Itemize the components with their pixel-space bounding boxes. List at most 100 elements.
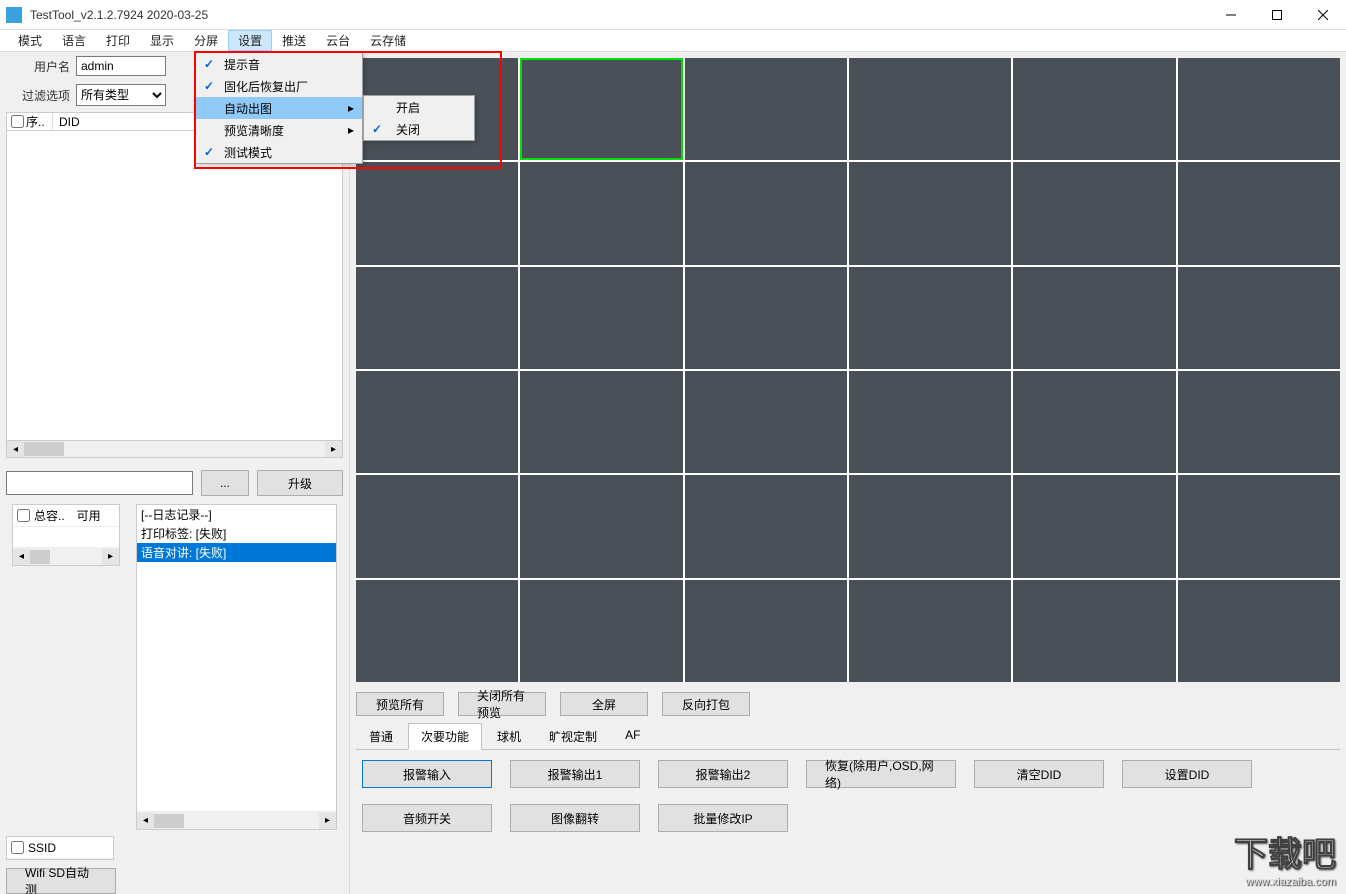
select-all-checkbox[interactable] (11, 115, 24, 128)
log-line-selected[interactable]: 语音对讲: [失败] (137, 543, 336, 562)
alarm-in-button[interactable]: 报警输入 (362, 760, 492, 788)
video-cell-active[interactable] (520, 58, 682, 160)
menu-cloud[interactable]: 云存储 (360, 30, 416, 51)
tab-general[interactable]: 普通 (356, 723, 406, 750)
video-cell[interactable] (1178, 580, 1340, 682)
chevron-right-icon: ▸ (348, 123, 354, 137)
video-cell[interactable] (356, 475, 518, 577)
menu-ptz[interactable]: 云台 (316, 30, 360, 51)
video-cell[interactable] (1013, 371, 1175, 473)
dropdown-factory[interactable]: ✓ 固化后恢复出厂 (196, 75, 362, 97)
dropdown-sound[interactable]: ✓ 提示音 (196, 53, 362, 75)
video-cell[interactable] (1178, 475, 1340, 577)
menu-display[interactable]: 显示 (140, 30, 184, 51)
video-cell[interactable] (356, 371, 518, 473)
dropdown-preview-res[interactable]: 预览清晰度 ▸ (196, 119, 362, 141)
submenu-off[interactable]: ✓ 关闭 (364, 118, 474, 140)
video-cell[interactable] (1178, 371, 1340, 473)
upgrade-button[interactable]: 升级 (257, 470, 343, 496)
scroll-left-icon[interactable]: ◂ (7, 441, 24, 457)
clear-did-button[interactable]: 清空DID (974, 760, 1104, 788)
video-cell[interactable] (849, 371, 1011, 473)
batch-ip-button[interactable]: 批量修改IP (658, 804, 788, 832)
close-all-preview-button[interactable]: 关闭所有预览 (458, 692, 546, 716)
scroll-right-icon[interactable]: ▸ (102, 549, 119, 565)
set-did-button[interactable]: 设置DID (1122, 760, 1252, 788)
log-line: 打印标签: [失败] (137, 524, 336, 543)
video-cell[interactable] (849, 267, 1011, 369)
minimize-button[interactable] (1208, 0, 1254, 30)
maximize-button[interactable] (1254, 0, 1300, 30)
video-cell[interactable] (1013, 162, 1175, 264)
video-cell[interactable] (520, 475, 682, 577)
check-icon: ✓ (204, 145, 214, 159)
video-cell[interactable] (520, 267, 682, 369)
video-cell[interactable] (685, 58, 847, 160)
video-cell[interactable] (520, 580, 682, 682)
menu-push[interactable]: 推送 (272, 30, 316, 51)
menu-settings[interactable]: 设置 (228, 30, 272, 51)
tab-megvii[interactable]: 旷视定制 (536, 723, 610, 750)
menu-print[interactable]: 打印 (96, 30, 140, 51)
dropdown-label: 提示音 (224, 56, 260, 73)
video-cell[interactable] (685, 475, 847, 577)
submenu-on[interactable]: 开启 (364, 96, 474, 118)
menu-mode[interactable]: 模式 (8, 30, 52, 51)
video-cell[interactable] (1013, 580, 1175, 682)
tab-secondary[interactable]: 次要功能 (408, 723, 482, 750)
video-cell[interactable] (1178, 267, 1340, 369)
scroll-left-icon[interactable]: ◂ (13, 549, 30, 565)
dropdown-autodraw[interactable]: 自动出图 ▸ (196, 97, 362, 119)
scroll-thumb[interactable] (24, 442, 64, 456)
list-scrollbar[interactable]: ◂ ▸ (6, 441, 343, 458)
video-cell[interactable] (356, 580, 518, 682)
scroll-thumb[interactable] (30, 550, 50, 564)
video-cell[interactable] (849, 162, 1011, 264)
capacity-checkbox[interactable] (17, 509, 30, 522)
browse-button[interactable]: ... (201, 470, 249, 496)
video-cell[interactable] (849, 58, 1011, 160)
close-button[interactable] (1300, 0, 1346, 30)
scroll-right-icon[interactable]: ▸ (319, 813, 336, 829)
tab-dome[interactable]: 球机 (484, 723, 534, 750)
video-cell[interactable] (1013, 475, 1175, 577)
image-flip-button[interactable]: 图像翻转 (510, 804, 640, 832)
video-cell[interactable] (685, 580, 847, 682)
preview-all-button[interactable]: 预览所有 (356, 692, 444, 716)
video-cell[interactable] (1178, 162, 1340, 264)
fullscreen-button[interactable]: 全屏 (560, 692, 648, 716)
video-cell[interactable] (1013, 267, 1175, 369)
menu-split[interactable]: 分屏 (184, 30, 228, 51)
ssid-checkbox[interactable] (11, 841, 24, 854)
video-cell[interactable] (685, 267, 847, 369)
filter-select[interactable]: 所有类型 (76, 84, 166, 106)
scroll-thumb[interactable] (154, 814, 184, 828)
video-cell[interactable] (520, 371, 682, 473)
alarm-out2-button[interactable]: 报警输出2 (658, 760, 788, 788)
device-list[interactable] (6, 131, 343, 441)
audio-switch-button[interactable]: 音频开关 (362, 804, 492, 832)
video-cell[interactable] (356, 162, 518, 264)
username-input[interactable] (76, 56, 166, 76)
dropdown-testmode[interactable]: ✓ 测试模式 (196, 141, 362, 163)
scroll-left-icon[interactable]: ◂ (137, 813, 154, 829)
tabs: 普通 次要功能 球机 旷视定制 AF (356, 722, 1340, 750)
menu-language[interactable]: 语言 (52, 30, 96, 51)
video-cell[interactable] (685, 162, 847, 264)
video-cell[interactable] (849, 580, 1011, 682)
video-cell[interactable] (520, 162, 682, 264)
video-cell[interactable] (356, 267, 518, 369)
tab-af[interactable]: AF (612, 723, 653, 750)
alarm-out1-button[interactable]: 报警输出1 (510, 760, 640, 788)
file-path-input[interactable] (6, 471, 193, 495)
restore-button[interactable]: 恢复(除用户,OSD,网络) (806, 760, 956, 788)
video-cell[interactable] (1013, 58, 1175, 160)
scroll-right-icon[interactable]: ▸ (325, 441, 342, 457)
video-cell[interactable] (1178, 58, 1340, 160)
video-cell[interactable] (685, 371, 847, 473)
video-cell[interactable] (849, 475, 1011, 577)
reverse-pack-button[interactable]: 反向打包 (662, 692, 750, 716)
wifi-sd-button[interactable]: Wifi SD自动测 (6, 868, 116, 894)
col-did: DID (53, 115, 80, 129)
dropdown-label: 测试模式 (224, 144, 272, 161)
